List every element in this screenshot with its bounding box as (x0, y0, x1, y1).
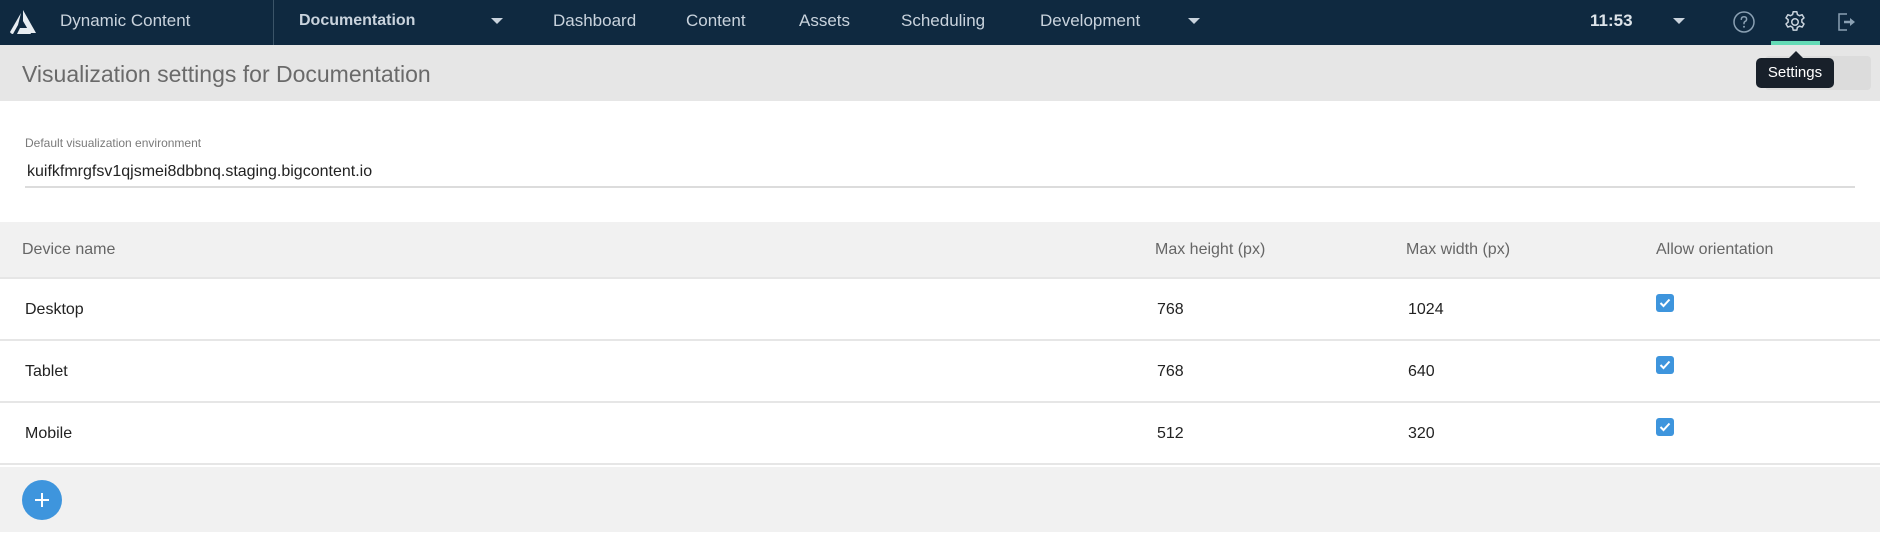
plus-icon (35, 493, 49, 507)
max-width-cell[interactable]: 1024 (1408, 279, 1444, 341)
column-header-allow-orientation: Allow orientation (1656, 241, 1774, 258)
settings-icon (1785, 10, 1805, 31)
table-row[interactable]: Desktop 768 1024 (0, 279, 1880, 341)
devices-table: Device name Max height (px) Max width (p… (0, 222, 1880, 465)
max-width-cell[interactable]: 640 (1408, 341, 1435, 403)
column-header-max-width: Max width (px) (1406, 241, 1511, 258)
add-device-button[interactable] (22, 480, 62, 520)
max-height-cell[interactable]: 768 (1157, 341, 1184, 403)
navbar-divider (273, 0, 274, 45)
hub-selector[interactable]: Documentation (299, 0, 415, 42)
logout-button[interactable] (1831, 7, 1861, 37)
hub-chevron-down-icon[interactable] (491, 18, 503, 24)
table-footer (0, 467, 1880, 532)
column-header-max-height: Max height (px) (1155, 241, 1266, 258)
nav-item-assets[interactable]: Assets (799, 0, 850, 42)
nav-item-scheduling[interactable]: Scheduling (901, 0, 985, 42)
amplience-logo-icon[interactable] (9, 9, 37, 35)
checkmark-icon (1659, 360, 1671, 370)
checkmark-icon (1659, 298, 1671, 308)
device-name-cell[interactable]: Tablet (25, 341, 68, 403)
settings-button[interactable] (1780, 7, 1810, 37)
page-header: Visualization settings for Documentation (0, 45, 1880, 101)
logout-icon (1838, 13, 1855, 31)
env-field-label: Default visualization environment (25, 136, 202, 150)
device-name-cell[interactable]: Desktop (25, 279, 84, 341)
max-height-cell[interactable]: 768 (1157, 279, 1184, 341)
nav-item-development[interactable]: Development (1040, 0, 1140, 42)
table-row[interactable]: Tablet 768 640 (0, 341, 1880, 403)
max-height-cell[interactable]: 512 (1157, 403, 1184, 465)
allow-orientation-checkbox[interactable] (1656, 418, 1674, 436)
nav-item-content[interactable]: Content (686, 0, 746, 42)
help-icon (1733, 11, 1755, 33)
app-name[interactable]: Dynamic Content (60, 0, 190, 42)
nav-item-dashboard[interactable]: Dashboard (553, 0, 636, 42)
column-header-device-name: Device name (22, 241, 116, 258)
page-title: Visualization settings for Documentation (22, 61, 431, 87)
table-row[interactable]: Mobile 512 320 (0, 403, 1880, 465)
clock-chevron-down-icon[interactable] (1673, 18, 1685, 24)
development-chevron-down-icon[interactable] (1188, 18, 1200, 24)
default-environment-input[interactable] (25, 158, 1855, 188)
top-navbar: Dynamic Content Documentation Dashboard … (0, 0, 1880, 45)
allow-orientation-checkbox[interactable] (1656, 294, 1674, 312)
help-button[interactable] (1729, 7, 1759, 37)
max-width-cell[interactable]: 320 (1408, 403, 1435, 465)
checkmark-icon (1659, 422, 1671, 432)
device-name-cell[interactable]: Mobile (25, 403, 72, 465)
allow-orientation-checkbox[interactable] (1656, 356, 1674, 374)
settings-tooltip: Settings (1756, 51, 1834, 88)
table-header: Device name Max height (px) Max width (p… (0, 222, 1880, 279)
clock[interactable]: 11:53 (1590, 0, 1633, 42)
